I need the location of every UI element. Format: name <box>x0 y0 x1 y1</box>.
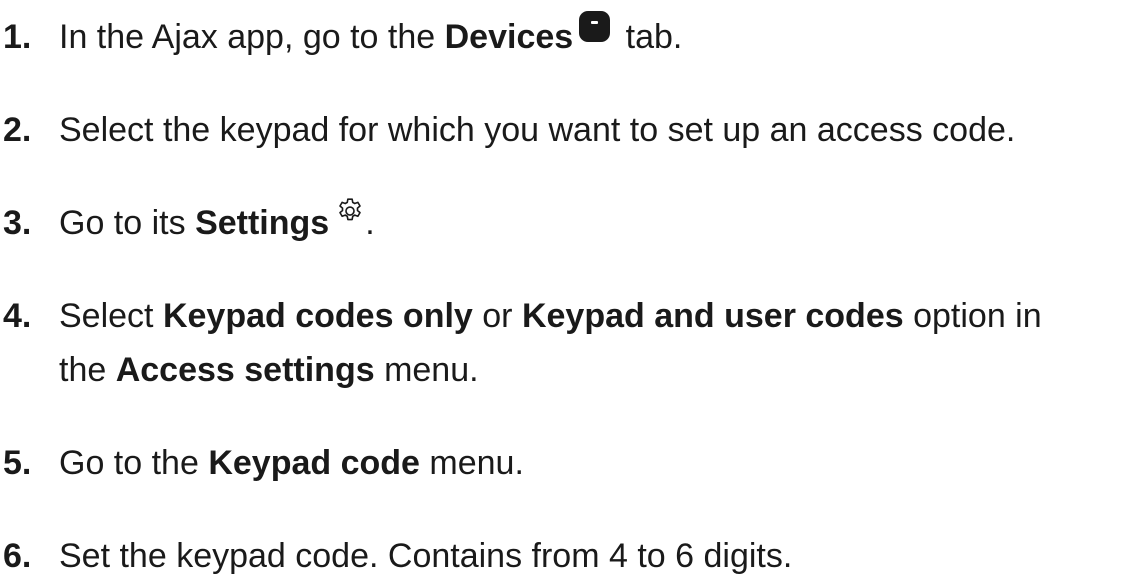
step-4: 4. Select Keypad codes only or Keypad an… <box>0 289 1042 397</box>
step-2: 2. Select the keypad for which you want … <box>0 103 1015 157</box>
step-number: 5. <box>3 444 32 482</box>
step-text: Go to its Settings. <box>59 196 375 250</box>
step-number: 4. <box>3 297 32 335</box>
devices-tab-icon <box>579 11 611 42</box>
step-text: Select the keypad for which you want to … <box>59 111 1016 149</box>
step-text: Set the keypad code. Contains from 4 to … <box>59 537 793 575</box>
step-number: 2. <box>3 111 32 149</box>
step-text: In the Ajax app, go to the Devices tab. <box>59 10 682 64</box>
step-5: 5. Go to the Keypad code menu. <box>0 436 524 490</box>
step-6: 6. Set the keypad code. Contains from 4 … <box>0 529 792 583</box>
step-3: 3. Go to its Settings. <box>0 196 375 250</box>
keypad-code-menu: Keypad code <box>208 444 420 482</box>
keypad-and-user-codes-option: Keypad and user codes <box>521 297 904 335</box>
access-settings-menu: Access settings <box>115 351 375 389</box>
step-text: Go to the Keypad code menu. <box>59 444 524 482</box>
step-number: 3. <box>3 204 32 242</box>
step-number: 6. <box>3 537 32 575</box>
step-text: Select Keypad codes only or Keypad and u… <box>59 297 1042 389</box>
step-number: 1. <box>3 18 32 56</box>
keypad-codes-only-option: Keypad codes only <box>162 297 473 335</box>
settings-label: Settings <box>195 204 330 242</box>
step-1: 1. In the Ajax app, go to the Devices ta… <box>0 10 682 64</box>
gear-icon <box>339 198 361 221</box>
devices-tab-label: Devices <box>444 18 574 56</box>
